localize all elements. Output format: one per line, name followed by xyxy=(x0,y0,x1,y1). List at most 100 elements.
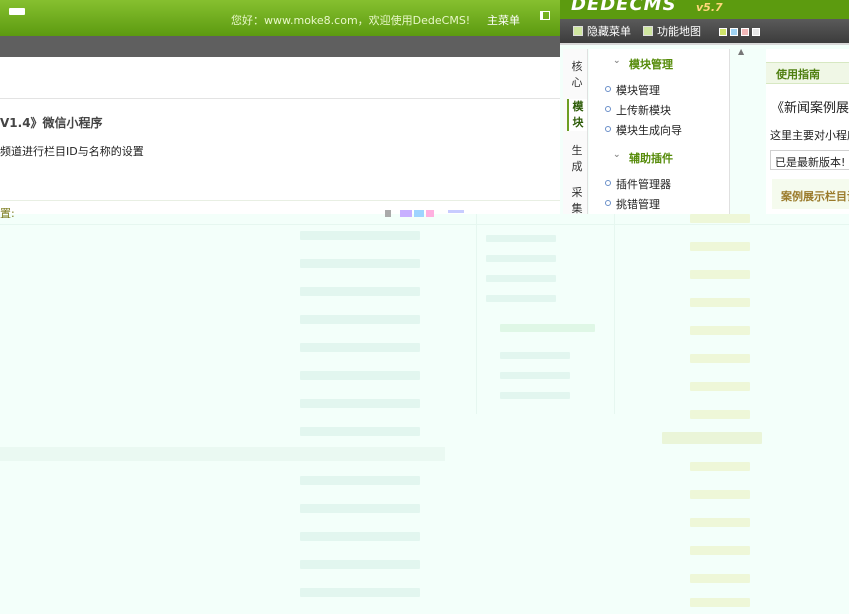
ghost-row xyxy=(300,588,420,597)
module-title: V1.4》微信小程序 xyxy=(0,116,103,130)
welcome-text: 您好：www.moke8.com，欢迎使用DedeCMS! xyxy=(231,14,471,27)
window-icon xyxy=(540,11,550,20)
menu-group-title: 模块管理 xyxy=(629,58,673,71)
menu-item-label: 上传新模块 xyxy=(616,104,671,117)
menu-item-plugin-manager[interactable]: 插件管理器 xyxy=(605,176,671,192)
ghost-row xyxy=(690,298,750,307)
version-badge: v5.7 xyxy=(696,1,723,14)
site-map-button[interactable]: 功能地图 xyxy=(643,23,701,39)
ghost-row xyxy=(500,372,570,379)
ghost-row xyxy=(690,242,750,251)
vtab-collect[interactable]: 采集 xyxy=(567,185,587,217)
ghost-row xyxy=(662,432,762,444)
ghost-row xyxy=(300,259,420,268)
dede-toolbar: 隐藏菜单 功能地图 xyxy=(560,19,849,43)
ghost-row xyxy=(300,504,420,513)
desktop-stage: 您好：www.moke8.com，欢迎使用DedeCMS! 主菜单 V1.4》微… xyxy=(0,0,849,614)
ghost-row xyxy=(486,255,556,262)
ghost-row xyxy=(300,532,420,541)
ghost-band xyxy=(0,447,445,461)
ghost-row xyxy=(690,214,750,223)
menu-item-label: 模块管理 xyxy=(616,84,660,97)
ghost-row xyxy=(300,315,420,324)
ghost-row xyxy=(486,295,556,302)
menu-group-title: 辅助插件 xyxy=(629,152,673,165)
site-map-label: 功能地图 xyxy=(657,25,701,38)
guide-title: 使用指南 xyxy=(776,68,820,81)
version-status-box: 已是最新版本! xyxy=(770,150,849,170)
ghost-row xyxy=(690,410,750,419)
divider xyxy=(0,200,560,201)
chevron-down-icon: ⌄ xyxy=(613,150,621,160)
ghost-row xyxy=(690,490,750,499)
scroll-up-icon[interactable]: ▲ xyxy=(738,47,744,56)
ghost-row xyxy=(690,354,750,363)
menu-item-module-wizard[interactable]: 模块生成向导 xyxy=(605,122,682,138)
left-window-document: V1.4》微信小程序 频道进行栏目ID与名称的设置 置: xyxy=(0,57,560,220)
bullet-icon xyxy=(605,106,611,112)
glitch-artifact xyxy=(414,210,424,217)
chevron-down-icon: ⌄ xyxy=(613,56,621,66)
ghost-divider xyxy=(476,214,477,414)
ghost-row xyxy=(300,476,420,485)
menu-item-error-report[interactable]: 挑错管理 xyxy=(605,196,660,212)
intro-text: 这里主要对小程序 xyxy=(770,129,849,142)
glitch-artifact xyxy=(448,210,464,213)
module-description: 频道进行栏目ID与名称的设置 xyxy=(0,145,144,158)
ghost-row xyxy=(300,399,420,408)
ghost-row xyxy=(690,326,750,335)
ghost-row xyxy=(300,343,420,352)
logo-fragment xyxy=(9,8,25,15)
main-menu-link[interactable]: 主菜单 xyxy=(487,12,520,28)
ghost-row xyxy=(486,275,556,282)
ghost-row xyxy=(500,324,595,332)
ghost-row xyxy=(690,270,750,279)
main-content-panel: 使用指南 《新闻案例展示 这里主要对小程序 已是最新版本! 案例展示栏目设 xyxy=(766,49,849,214)
glitch-artifact xyxy=(385,210,391,217)
dedecms-logo: DEDECMS xyxy=(571,0,677,15)
menu-item-upload-module[interactable]: 上传新模块 xyxy=(605,102,671,118)
ghost-row xyxy=(300,427,420,436)
ghost-row xyxy=(486,235,556,242)
menu-item-label: 插件管理器 xyxy=(616,178,671,191)
ghost-row xyxy=(500,352,570,359)
bullet-icon xyxy=(605,126,611,132)
skin-swatch-gray[interactable] xyxy=(752,28,760,36)
ghost-row xyxy=(300,231,420,240)
ghost-row xyxy=(300,287,420,296)
ghost-row xyxy=(500,392,570,399)
menu-item-label: 模块生成向导 xyxy=(616,124,682,137)
menu-item-label: 挑错管理 xyxy=(616,198,660,211)
menu-item-module-manage[interactable]: 模块管理 xyxy=(605,82,660,98)
bullet-icon xyxy=(605,180,611,186)
ghost-row xyxy=(690,546,750,555)
ghost-row xyxy=(690,518,750,527)
skin-swatch-red[interactable] xyxy=(741,28,749,36)
glitch-artifact xyxy=(426,210,434,217)
left-window-header: 您好：www.moke8.com，欢迎使用DedeCMS! 主菜单 xyxy=(0,0,560,36)
divider xyxy=(0,98,560,99)
menu-group-plugins[interactable]: ⌄ 辅助插件 xyxy=(613,150,673,166)
skin-swatch-blue[interactable] xyxy=(730,28,738,36)
ghost-row xyxy=(690,382,750,391)
ghost-row xyxy=(300,371,420,380)
left-window-toolbar xyxy=(0,36,560,57)
hide-menu-label: 隐藏菜单 xyxy=(587,25,631,38)
skin-swatch-green[interactable] xyxy=(719,28,727,36)
vtab-module[interactable]: 模块 xyxy=(567,99,587,131)
bullet-icon xyxy=(605,86,611,92)
ghost-row xyxy=(690,574,750,583)
hide-menu-button[interactable]: 隐藏菜单 xyxy=(573,23,631,39)
settings-label: 置: xyxy=(0,207,15,220)
vtab-core[interactable]: 核心 xyxy=(567,59,587,91)
panel-icon xyxy=(573,26,583,36)
module-menu: ⌄ 模块管理 模块管理 上传新模块 模块生成向导 ⌄ 辅助插件 插件管理器 挑错管理 xyxy=(589,49,730,214)
vtab-generate[interactable]: 生成 xyxy=(567,143,587,175)
menu-group-module[interactable]: ⌄ 模块管理 xyxy=(613,56,673,72)
map-icon xyxy=(643,26,653,36)
ghost-divider xyxy=(0,224,849,225)
article-title: 《新闻案例展示 xyxy=(771,101,849,116)
ghost-row xyxy=(690,598,750,607)
toolbar-shadow xyxy=(560,43,849,45)
ghost-row xyxy=(690,462,750,471)
